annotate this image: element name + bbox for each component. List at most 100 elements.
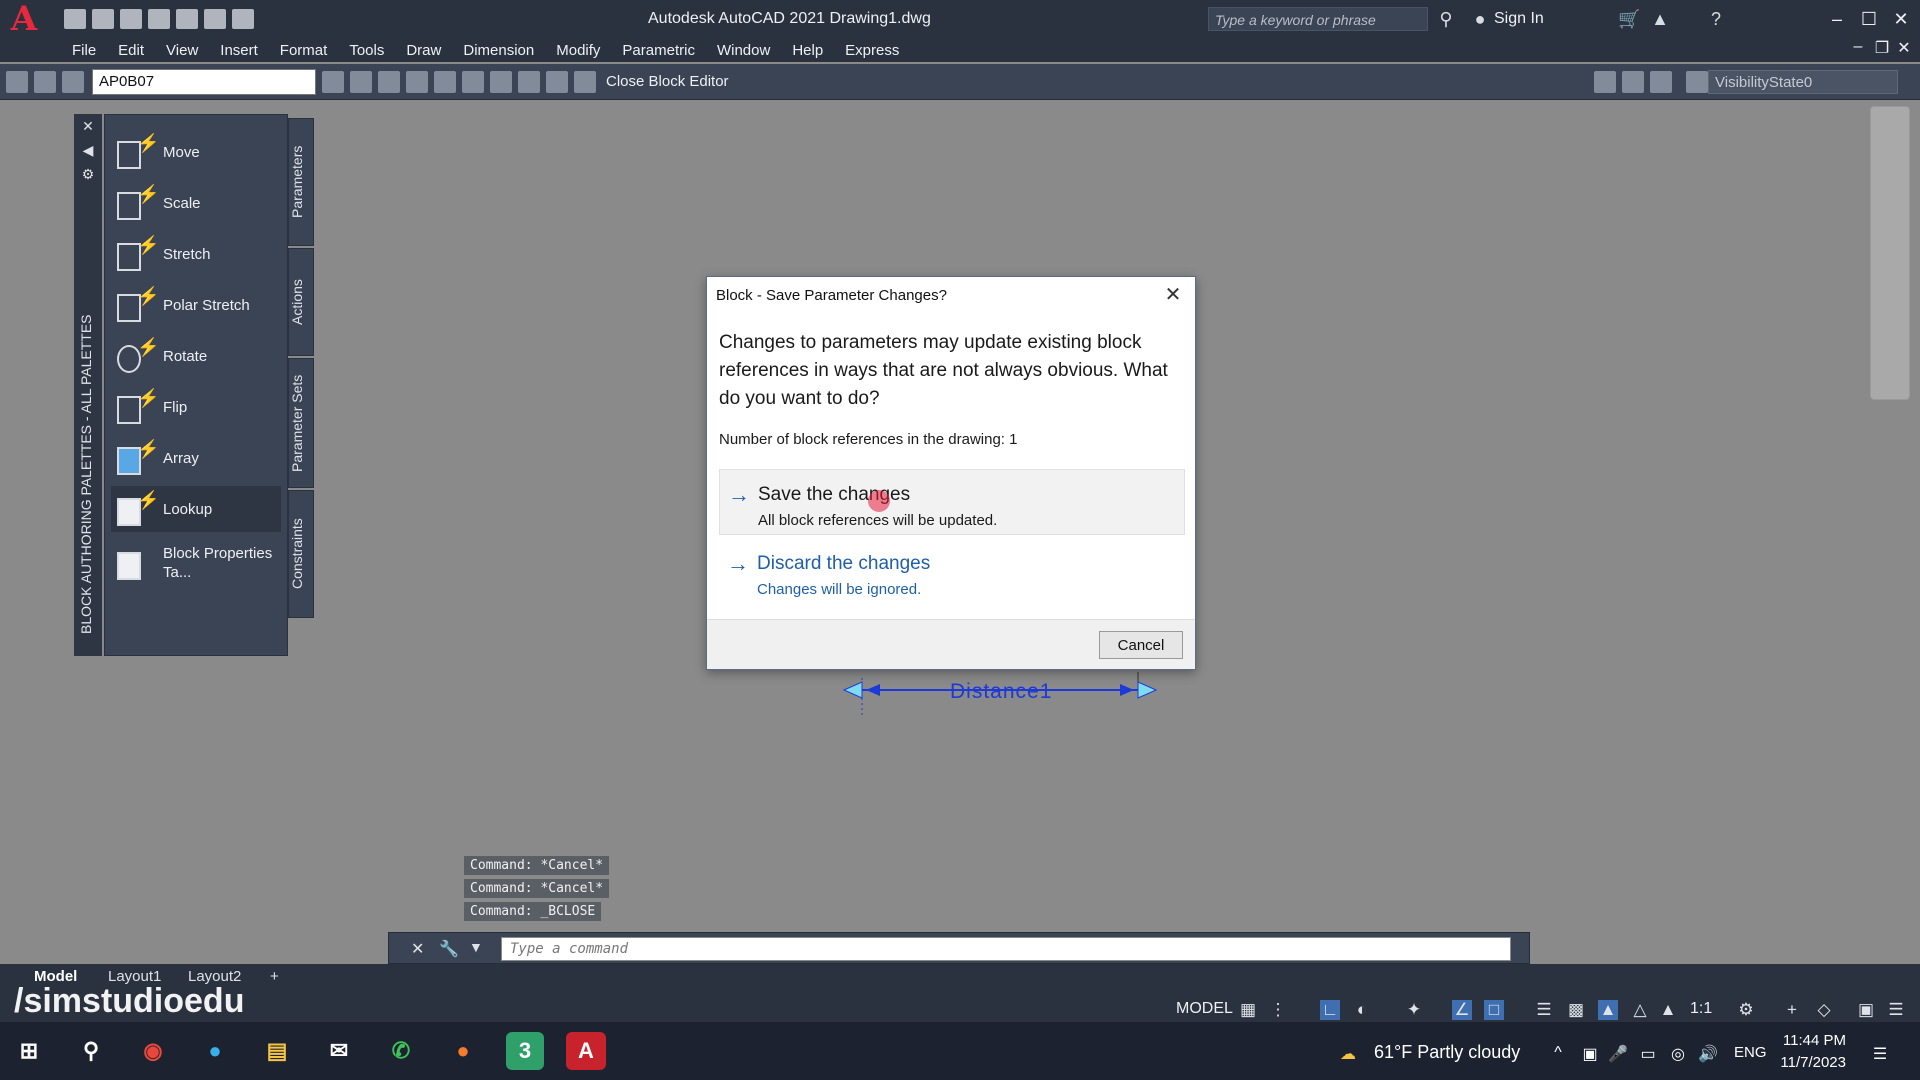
tab-constraints[interactable]: Constraints	[288, 490, 314, 618]
learn-icon[interactable]	[462, 70, 484, 93]
tool-stretch[interactable]: ⚡ Stretch	[111, 231, 281, 277]
distance-parameter[interactable]: Distance1	[840, 672, 1170, 722]
tool-move[interactable]: ⚡ Move	[111, 129, 281, 175]
weather-status[interactable]: 61°F Partly cloudy	[1374, 1042, 1520, 1063]
autohide-icon[interactable]: ◀	[74, 138, 102, 162]
doc-close-button[interactable]: ✕	[1894, 38, 1914, 58]
recent-commands-icon[interactable]: ▼	[469, 939, 483, 955]
maximize-button[interactable]: ☐	[1854, 6, 1884, 32]
object-snap-icon[interactable]: □	[1484, 1000, 1504, 1020]
file-explorer-icon[interactable]: ▤	[258, 1032, 296, 1070]
tool-polar-stretch[interactable]: ⚡ Polar Stretch	[111, 282, 281, 328]
tool-rotate[interactable]: ⚡ Rotate	[111, 333, 281, 379]
firefox-icon[interactable]: ●	[444, 1032, 482, 1070]
block-table-icon[interactable]	[434, 70, 456, 93]
cart-icon[interactable]: 🛒	[1618, 9, 1640, 29]
search-input[interactable]: Type a keyword or phrase	[1208, 7, 1428, 31]
menu-insert[interactable]: Insert	[220, 42, 258, 59]
menu-dimension[interactable]: Dimension	[463, 42, 534, 59]
lightning-icon[interactable]	[490, 70, 512, 93]
microphone-icon[interactable]: 🎤	[1608, 1044, 1628, 1064]
close-palette-icon[interactable]: ✕	[74, 114, 102, 138]
make-invisible-icon[interactable]	[1650, 70, 1672, 93]
camera-icon[interactable]: ▣	[1580, 1044, 1600, 1064]
input-language[interactable]: ENG	[1734, 1044, 1767, 1061]
battery-icon[interactable]: ▭	[1638, 1044, 1658, 1064]
windows-start-icon[interactable]: ⊞	[10, 1032, 48, 1070]
visibility-states-icon[interactable]	[1686, 70, 1708, 93]
edit-block-icon[interactable]	[6, 70, 28, 93]
parameter-manager-icon[interactable]	[378, 70, 400, 93]
polar-tracking-icon[interactable]: ◐	[1352, 1000, 1372, 1020]
undo-icon[interactable]	[204, 9, 226, 29]
app-3-icon[interactable]: 3	[506, 1032, 544, 1070]
navigation-bar[interactable]	[1870, 106, 1910, 400]
tab-actions[interactable]: Actions	[288, 248, 314, 356]
function-fx-icon[interactable]	[574, 70, 596, 93]
customize-wrench-icon[interactable]: 🔧	[439, 939, 459, 959]
command-input[interactable]: Type a command	[501, 937, 1511, 961]
visibility-mode-icon[interactable]	[1594, 70, 1616, 93]
save-as-icon[interactable]	[148, 9, 170, 29]
cancel-button[interactable]: Cancel	[1099, 631, 1183, 659]
clock-time[interactable]: 11:44 PM	[1780, 1032, 1846, 1049]
close-window-button[interactable]: ✕	[1886, 6, 1916, 32]
menu-parametric[interactable]: Parametric	[622, 42, 695, 59]
ortho-icon[interactable]: ∟	[1320, 1000, 1340, 1020]
tool-array[interactable]: ⚡ Array	[111, 435, 281, 481]
doc-minimize-button[interactable]: –	[1848, 38, 1868, 56]
network-icon[interactable]: ◎	[1668, 1044, 1688, 1064]
whatsapp-icon[interactable]: ✆	[382, 1032, 420, 1070]
isolate-objects-icon[interactable]: ◇	[1814, 1000, 1834, 1020]
chrome-icon[interactable]: ◉	[134, 1032, 172, 1070]
autocad-logo-icon[interactable]: A	[0, 0, 48, 39]
discard-changes-option[interactable]: → Discard the changes Changes will be ig…	[719, 539, 1185, 605]
annotation-scale-select[interactable]: 1:1	[1690, 1000, 1712, 1018]
authoring-palettes-icon[interactable]	[350, 70, 372, 93]
close-command-icon[interactable]: ✕	[411, 939, 424, 959]
palette-properties-icon[interactable]: ⚙	[74, 162, 102, 186]
menu-draw[interactable]: Draw	[406, 42, 441, 59]
parameters-manager-icon[interactable]	[546, 70, 568, 93]
autocad-taskbar-icon[interactable]: A	[566, 1032, 606, 1070]
test-block-icon[interactable]	[322, 70, 344, 93]
transparency-icon[interactable]: ▩	[1566, 1000, 1586, 1020]
tab-parameters[interactable]: Parameters	[288, 118, 314, 246]
menu-modify[interactable]: Modify	[556, 42, 600, 59]
grid-icon[interactable]: ▦	[1238, 1000, 1258, 1020]
block-name-field[interactable]	[92, 68, 316, 95]
annotation-scale-icon[interactable]: ▲	[1658, 1000, 1678, 1020]
save-icon[interactable]	[120, 9, 142, 29]
new-file-icon[interactable]	[64, 9, 86, 29]
clock-date[interactable]: 11/7/2023	[1776, 1054, 1846, 1071]
doc-restore-button[interactable]: ❐	[1872, 38, 1892, 58]
chevron-up-icon[interactable]: ^	[1548, 1044, 1568, 1062]
snap-icon[interactable]: ⋮	[1268, 1000, 1288, 1020]
fullscreen-icon[interactable]: ▣	[1856, 1000, 1876, 1020]
object-snap-tracking-icon[interactable]: ∠	[1452, 1000, 1472, 1020]
search-icon[interactable]: ⚲	[72, 1032, 110, 1070]
autodesk-a360-icon[interactable]: ▲	[1650, 9, 1670, 29]
tool-flip[interactable]: ⚡ Flip	[111, 384, 281, 430]
tab-parameter-sets[interactable]: Parameter Sets	[288, 358, 314, 488]
save-changes-option[interactable]: → Save the changes All block references …	[719, 469, 1185, 535]
visibility-state-select[interactable]: VisibilityState0	[1708, 70, 1898, 94]
close-block-editor-button[interactable]: Close Block Editor	[606, 73, 729, 90]
save-block-as-icon[interactable]	[62, 70, 84, 93]
lineweight-icon[interactable]: ☰	[1534, 1000, 1554, 1020]
tool-scale[interactable]: ⚡ Scale	[111, 180, 281, 226]
model-space-toggle[interactable]: MODEL	[1176, 1000, 1233, 1018]
volume-icon[interactable]: 🔊	[1698, 1044, 1718, 1064]
sign-in-link[interactable]: Sign In	[1494, 10, 1544, 28]
tag-icon[interactable]	[518, 70, 540, 93]
menu-tools[interactable]: Tools	[349, 42, 384, 59]
menu-express[interactable]: Express	[845, 42, 899, 59]
workspace-gear-icon[interactable]: ⚙	[1736, 1000, 1756, 1020]
menu-help[interactable]: Help	[792, 42, 823, 59]
notifications-icon[interactable]: ☰	[1870, 1044, 1890, 1064]
customize-menu-icon[interactable]: ☰	[1886, 1000, 1906, 1020]
tool-block-properties-table[interactable]: Block Properties Ta...	[111, 537, 281, 589]
auto-scale-icon[interactable]: △	[1630, 1000, 1650, 1020]
close-icon[interactable]: ✕	[1161, 283, 1185, 307]
isodraft-icon[interactable]: ✦	[1404, 1000, 1424, 1020]
